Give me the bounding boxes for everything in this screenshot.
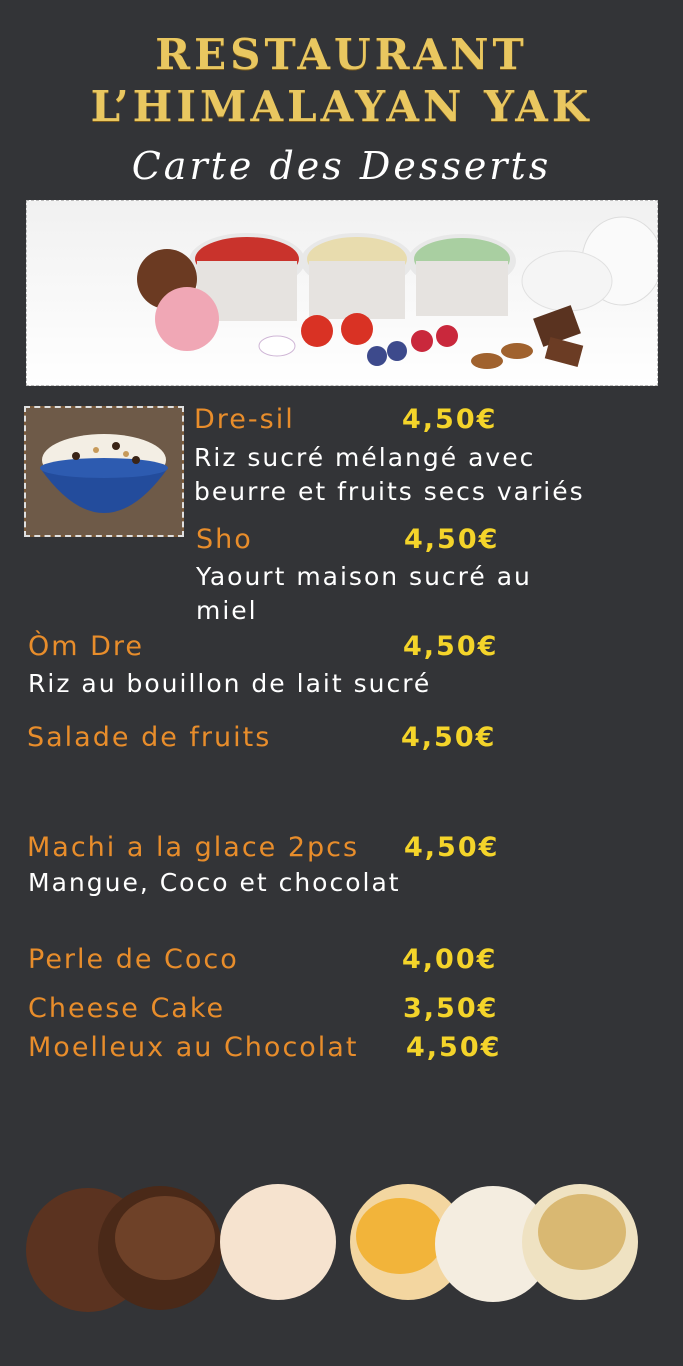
menu-item-description: Yaourt maison sucré au [196, 562, 532, 591]
menu-item-name: Machi a la glace 2pcs [27, 832, 360, 863]
menu-item-description: beurre et fruits secs variés [194, 477, 585, 506]
menu-item-description: Mangue, Coco et chocolat [28, 868, 401, 897]
menu-item-price: 4,50€ [403, 631, 499, 662]
menu-item-name: Òm Dre [28, 631, 145, 662]
menu-item-name: Sho [196, 524, 253, 555]
mochi-desserts-image [0, 1170, 683, 1330]
desserts-banner-image [26, 200, 658, 386]
menu-item-price: 4,50€ [404, 524, 500, 555]
menu-item-description: miel [196, 596, 258, 625]
menu-item-price: 4,00€ [402, 944, 498, 975]
menu-item-price: 4,50€ [406, 1032, 502, 1063]
menu-item-name: Cheese Cake [28, 993, 226, 1024]
menu-subtitle: Carte des Desserts [131, 144, 552, 188]
menu-item-name: Dre-sil [194, 404, 295, 435]
menu-item-price: 4,50€ [402, 404, 498, 435]
restaurant-title-line1: RESTAURANT [155, 30, 528, 79]
restaurant-title-line2: L’HIMALAYAN YAK [90, 82, 593, 131]
menu-item-description: Riz sucré mélangé avec [194, 443, 536, 472]
menu-item-price: 3,50€ [403, 993, 499, 1024]
dre-sil-photo [24, 406, 184, 537]
menu-item-name: Salade de fruits [27, 722, 272, 753]
menu-item-price: 4,50€ [401, 722, 497, 753]
menu-item-description: Riz au bouillon de lait sucré [28, 669, 432, 698]
menu-item-name: Perle de Coco [28, 944, 239, 975]
menu-item-price: 4,50€ [404, 832, 500, 863]
menu-item-name: Moelleux au Chocolat [28, 1032, 359, 1063]
